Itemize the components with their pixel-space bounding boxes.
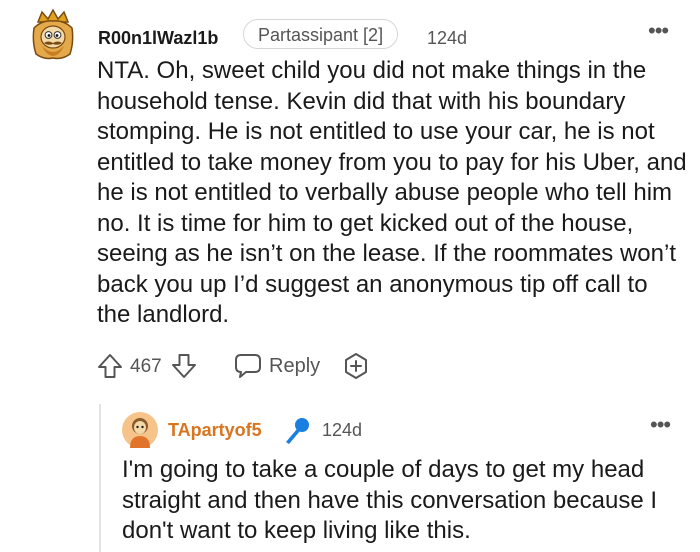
comment-body: NTA. Oh, sweet child you did not make th… — [97, 57, 687, 328]
timestamp[interactable]: 124d — [322, 420, 362, 441]
comment-header: R00n1lWazl1b Partassipant [2] 124d ••• — [30, 8, 690, 60]
timestamp[interactable]: 124d — [427, 28, 467, 49]
thread-line[interactable] — [99, 404, 101, 552]
op-username[interactable]: TApartyof5 — [168, 420, 262, 441]
username[interactable]: R00n1lWazl1b — [98, 28, 218, 49]
comment-action-bar: 467 Reply — [96, 350, 396, 382]
speech-bubble-icon[interactable] — [234, 353, 262, 379]
award-icon[interactable] — [342, 352, 370, 380]
reply-button[interactable]: Reply — [269, 355, 320, 378]
upvote-icon[interactable] — [96, 352, 124, 380]
avatar[interactable] — [122, 412, 158, 448]
vote-score: 467 — [130, 356, 162, 377]
downvote-icon[interactable] — [170, 352, 198, 380]
comment-thread: R00n1lWazl1b Partassipant [2] 124d ••• N… — [0, 0, 700, 552]
user-flair: Partassipant [2] — [243, 19, 399, 49]
more-options-icon[interactable]: ••• — [650, 412, 671, 438]
reply-body: I'm going to take a couple of days to ge… — [122, 456, 658, 544]
avatar[interactable] — [30, 8, 76, 60]
more-options-icon[interactable]: ••• — [648, 18, 669, 44]
reply-header: TApartyof5 124d ••• — [122, 410, 692, 450]
microphone-icon — [282, 416, 312, 446]
